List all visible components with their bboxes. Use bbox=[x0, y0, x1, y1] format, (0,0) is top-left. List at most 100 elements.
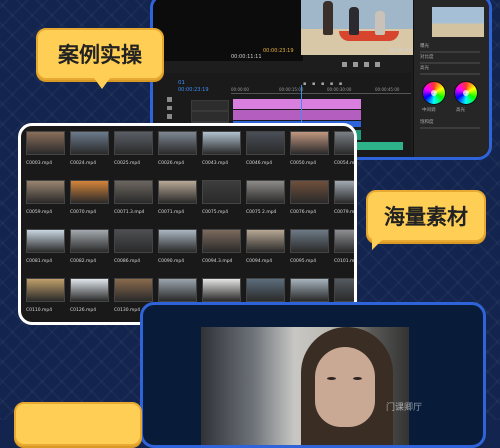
step-back-icon[interactable] bbox=[341, 61, 347, 67]
media-item[interactable]: C0003.mp4 bbox=[25, 131, 69, 180]
media-item[interactable]: C0070.mp4 bbox=[69, 180, 113, 229]
media-thumbnail[interactable] bbox=[290, 278, 329, 302]
media-item[interactable]: C0101.mp4 bbox=[333, 229, 354, 278]
callout-text: 海量素材 bbox=[384, 205, 468, 229]
media-thumbnail[interactable] bbox=[158, 131, 197, 155]
media-item[interactable]: C0090.mp4 bbox=[157, 229, 201, 278]
media-thumbnail[interactable] bbox=[158, 180, 197, 204]
slider-row[interactable] bbox=[420, 127, 480, 129]
media-item[interactable]: C0082.mp4 bbox=[69, 229, 113, 278]
media-filename: C0075.mp4 bbox=[202, 210, 229, 215]
media-item[interactable]: C0079.mp4 bbox=[333, 180, 354, 229]
media-thumbnail[interactable] bbox=[246, 180, 285, 204]
media-item[interactable]: C0024.mp4 bbox=[69, 131, 113, 180]
media-item[interactable]: C0043.mp4 bbox=[201, 131, 245, 180]
media-filename: C0095.mp4 bbox=[290, 259, 317, 264]
timeline-ruler: 00:00:00 00:00:15:00 00:00:30:00 00:00:4… bbox=[231, 87, 411, 94]
ruler-mark: 00:00:45:00 bbox=[375, 87, 400, 92]
media-filename: C0110.mp4 bbox=[26, 308, 53, 313]
play-icon[interactable] bbox=[352, 61, 358, 67]
step-forward-icon[interactable] bbox=[363, 61, 369, 67]
person-figure bbox=[375, 11, 385, 35]
media-thumbnail[interactable] bbox=[202, 278, 241, 302]
media-thumbnail[interactable] bbox=[114, 131, 153, 155]
media-thumbnail[interactable] bbox=[334, 180, 354, 204]
media-thumbnail[interactable] bbox=[246, 278, 285, 302]
media-thumbnail[interactable] bbox=[26, 278, 65, 302]
media-thumbnail[interactable] bbox=[202, 229, 241, 253]
media-item[interactable]: C0095.mp4 bbox=[289, 229, 333, 278]
midtones-color-wheel[interactable] bbox=[422, 81, 446, 105]
media-thumbnail[interactable] bbox=[26, 180, 65, 204]
media-item[interactable]: C0075.mp4 bbox=[201, 180, 245, 229]
media-item[interactable]: C0110.mp4 bbox=[25, 278, 69, 322]
track-header[interactable] bbox=[191, 111, 229, 122]
media-thumbnail[interactable] bbox=[202, 180, 241, 204]
media-item[interactable]: C0094.mp4 bbox=[245, 229, 289, 278]
media-filename: C0126.mp4 bbox=[70, 308, 97, 313]
media-thumbnail[interactable] bbox=[202, 131, 241, 155]
media-filename: C0086.mp4 bbox=[114, 259, 141, 264]
media-thumbnail[interactable] bbox=[26, 229, 65, 253]
slider-row[interactable] bbox=[420, 51, 480, 53]
media-filename: C0054.mp4 bbox=[334, 161, 357, 166]
media-item[interactable]: C0094.3.mp4 bbox=[201, 229, 245, 278]
person-figure bbox=[349, 7, 359, 35]
panel-label: 高光 bbox=[420, 66, 429, 71]
eye-shape bbox=[353, 377, 362, 380]
media-thumbnail[interactable] bbox=[290, 131, 329, 155]
media-thumbnail[interactable] bbox=[70, 278, 109, 302]
video-clip[interactable] bbox=[233, 110, 361, 120]
ruler-mark: 00:00:15:00 bbox=[279, 87, 304, 92]
media-thumbnail[interactable] bbox=[290, 180, 329, 204]
media-item[interactable]: C0071.3.mp4 bbox=[113, 180, 157, 229]
media-thumbnail[interactable] bbox=[290, 229, 329, 253]
media-filename: C0050.mp4 bbox=[290, 161, 317, 166]
slider-row[interactable] bbox=[420, 73, 480, 75]
media-thumbnail[interactable] bbox=[114, 229, 153, 253]
media-item[interactable]: C0046.mp4 bbox=[245, 131, 289, 180]
selection-tool-icon[interactable] bbox=[167, 97, 172, 102]
eye-shape bbox=[327, 377, 336, 380]
media-filename: C0094.mp4 bbox=[246, 259, 273, 264]
media-item[interactable]: C0081.mp4 bbox=[25, 229, 69, 278]
media-item[interactable]: C0076.mp4 bbox=[289, 180, 333, 229]
media-thumbnail[interactable] bbox=[70, 131, 109, 155]
portrait-image bbox=[201, 327, 409, 445]
export-frame-icon[interactable] bbox=[374, 61, 380, 67]
lumetri-color-panel: 曝光 对比度 高光 中间调 高光 饱和度 bbox=[413, 0, 489, 157]
media-filename: C0075 2.mp4 bbox=[246, 210, 277, 215]
media-thumbnail[interactable] bbox=[334, 229, 354, 253]
portrait-preview-panel bbox=[140, 302, 486, 448]
media-item[interactable]: C0126.mp4 bbox=[69, 278, 113, 322]
media-thumbnail[interactable] bbox=[70, 180, 109, 204]
media-thumbnail[interactable] bbox=[334, 131, 354, 155]
media-item[interactable]: C0071.mp4 bbox=[157, 180, 201, 229]
media-thumbnail[interactable] bbox=[158, 278, 197, 302]
ripple-edit-icon[interactable] bbox=[167, 114, 172, 119]
media-thumbnail[interactable] bbox=[158, 229, 197, 253]
media-thumbnail[interactable] bbox=[246, 131, 285, 155]
track-select-icon[interactable] bbox=[167, 105, 172, 111]
media-item[interactable]: C0054.mp4 bbox=[333, 131, 357, 180]
media-thumbnail[interactable] bbox=[26, 131, 65, 155]
media-item[interactable]: C0075 2.mp4 bbox=[245, 180, 289, 229]
media-filename: C0076.mp4 bbox=[290, 210, 317, 215]
media-item[interactable]: C0059.mp4 bbox=[25, 180, 69, 229]
media-thumbnail[interactable] bbox=[246, 229, 285, 253]
highlights-color-wheel[interactable] bbox=[454, 81, 478, 105]
media-item[interactable]: C0026.mp4 bbox=[157, 131, 201, 180]
video-clip[interactable]: 剪辑素材 bbox=[233, 99, 361, 115]
media-thumbnail[interactable] bbox=[334, 278, 354, 302]
transport-controls bbox=[303, 59, 418, 69]
media-browser-panel: C0003.mp4 C0024.mp4 C0025.mp4 C0026.mp4 C004… bbox=[18, 123, 357, 325]
track-header[interactable] bbox=[191, 100, 229, 111]
slider-row[interactable] bbox=[420, 62, 480, 64]
media-thumbnail[interactable] bbox=[70, 229, 109, 253]
media-item[interactable]: C0025.mp4 bbox=[113, 131, 157, 180]
media-thumbnail[interactable] bbox=[114, 278, 153, 302]
media-item[interactable]: C0086.mp4 bbox=[113, 229, 157, 278]
media-filename: C0070.mp4 bbox=[70, 210, 97, 215]
media-thumbnail[interactable] bbox=[114, 180, 153, 204]
media-item[interactable]: C0050.mp4 bbox=[289, 131, 333, 180]
